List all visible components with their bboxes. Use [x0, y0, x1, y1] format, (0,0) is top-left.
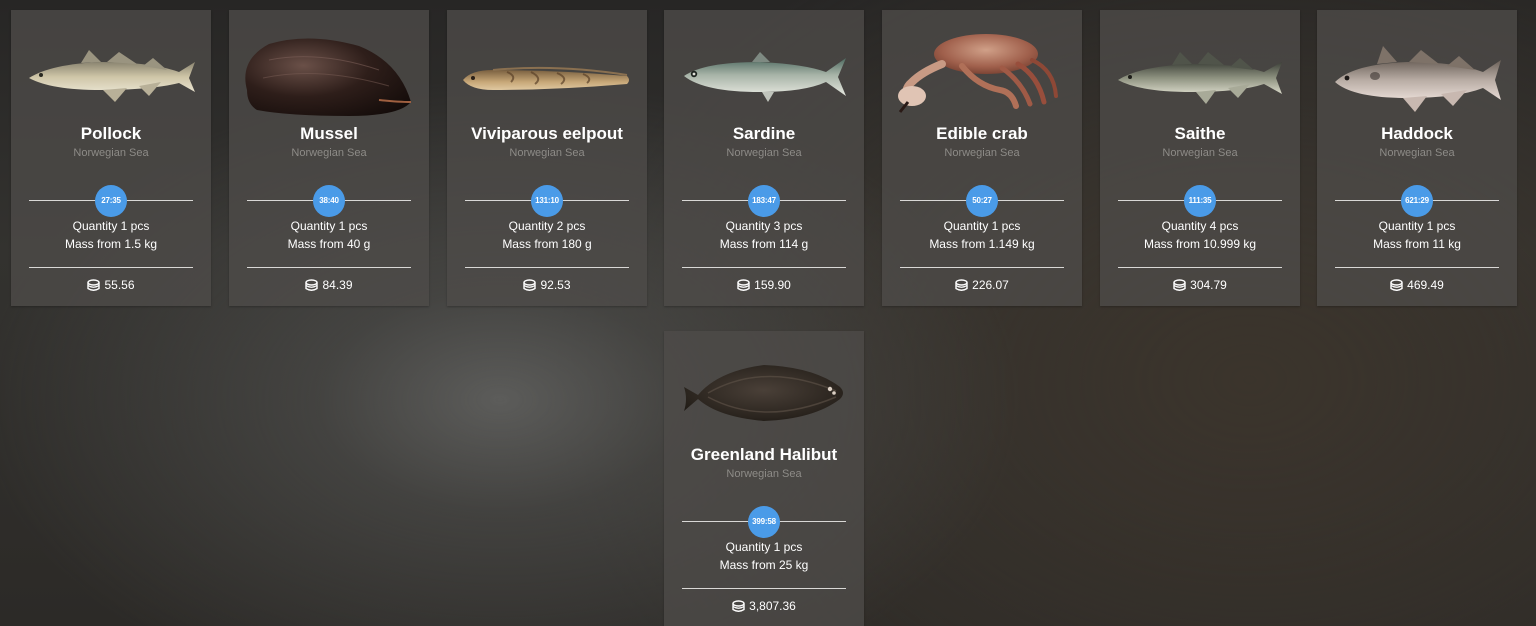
timer-badge: 399:58	[748, 506, 780, 538]
mass-text: Mass from 10.999 kg	[1143, 237, 1257, 251]
divider	[1118, 267, 1282, 268]
price-row: 92.53	[447, 278, 647, 292]
mass-text: Mass from 1.5 kg	[64, 237, 158, 251]
halibut-image	[664, 341, 864, 446]
divider	[682, 267, 846, 268]
species-name: Pollock	[80, 124, 142, 143]
coins-icon	[737, 278, 750, 292]
timer-badge: 27:35	[95, 185, 127, 217]
mussel-image	[229, 20, 429, 125]
region-label: Norwegian Sea	[1162, 147, 1238, 159]
timer-badge: 38:40	[313, 185, 345, 217]
price-value: 304.79	[1190, 278, 1227, 292]
species-name: Saithe	[1174, 124, 1226, 143]
region-label: Norwegian Sea	[509, 147, 585, 159]
price-value: 92.53	[540, 278, 571, 292]
mass-text: Mass from 11 kg	[1373, 237, 1461, 251]
coins-icon	[87, 278, 101, 292]
timer-badge: 621:29	[1401, 185, 1433, 217]
order-card-eelpout[interactable]: Viviparous eelpout Norwegian Sea 131:10 …	[447, 10, 647, 306]
divider	[900, 267, 1064, 268]
pollock-image	[11, 20, 211, 125]
price-row: 3,807.36	[664, 599, 864, 613]
price-value: 84.39	[322, 278, 353, 292]
quantity-text: Quantity 1 pcs	[943, 219, 1021, 233]
timer-badge: 131:10	[531, 185, 563, 217]
price-row: 304.79	[1100, 278, 1300, 292]
price-value: 226.07	[972, 278, 1009, 292]
quantity-text: Quantity 3 pcs	[725, 219, 803, 233]
region-label: Norwegian Sea	[73, 147, 149, 159]
quantity-text: Quantity 1 pcs	[1378, 219, 1456, 233]
quantity-text: Quantity 1 pcs	[725, 540, 803, 554]
haddock-image	[1317, 20, 1517, 125]
coins-icon	[305, 278, 319, 292]
quantity-text: Quantity 1 pcs	[290, 219, 368, 233]
price-row: 55.56	[11, 278, 211, 292]
order-card-edible-crab[interactable]: Edible crab Norwegian Sea 50:27 Quantity…	[882, 10, 1082, 306]
timer-badge: 183:47	[748, 185, 780, 217]
quantity-text: Quantity 1 pcs	[72, 219, 150, 233]
coins-icon	[1390, 278, 1403, 292]
mass-text: Mass from 1.149 kg	[929, 237, 1035, 251]
price-value: 159.90	[754, 278, 791, 292]
timer-badge: 111:35	[1184, 185, 1216, 217]
quantity-text: Quantity 4 pcs	[1161, 219, 1239, 233]
crab-image	[882, 20, 1082, 125]
species-name: Sardine	[732, 124, 796, 143]
price-row: 84.39	[229, 278, 429, 292]
coins-icon	[523, 278, 537, 292]
price-row: 226.07	[882, 278, 1082, 292]
price-value: 469.49	[1407, 278, 1444, 292]
region-label: Norwegian Sea	[726, 147, 802, 159]
mass-text: Mass from 25 kg	[719, 558, 809, 572]
order-card-pollock[interactable]: Pollock Norwegian Sea 27:35 Quantity 1 p…	[11, 10, 211, 306]
coins-icon	[955, 278, 968, 292]
price-row: 469.49	[1317, 278, 1517, 292]
order-card-greenland-halibut[interactable]: Greenland Halibut Norwegian Sea 399:58 Q…	[664, 331, 864, 626]
species-name: Haddock	[1381, 124, 1453, 143]
mass-text: Mass from 40 g	[287, 237, 371, 251]
sardine-image	[664, 20, 864, 125]
divider	[247, 267, 411, 268]
divider	[682, 588, 846, 589]
divider	[465, 267, 629, 268]
species-name: Edible crab	[936, 124, 1028, 143]
species-name: Greenland Halibut	[690, 445, 838, 464]
price-value: 55.56	[104, 278, 135, 292]
price-value: 3,807.36	[749, 599, 796, 613]
eelpout-image	[447, 20, 647, 125]
mass-text: Mass from 180 g	[502, 237, 592, 251]
coins-icon	[1173, 278, 1186, 292]
region-label: Norwegian Sea	[726, 468, 802, 480]
order-card-mussel[interactable]: Mussel Norwegian Sea 38:40 Quantity 1 pc…	[229, 10, 429, 306]
species-name: Mussel	[300, 124, 358, 143]
species-name: Viviparous eelpout	[471, 124, 623, 143]
quantity-text: Quantity 2 pcs	[508, 219, 586, 233]
region-label: Norwegian Sea	[1379, 147, 1455, 159]
mass-text: Mass from 114 g	[719, 237, 809, 251]
order-card-sardine[interactable]: Sardine Norwegian Sea 183:47 Quantity 3 …	[664, 10, 864, 306]
order-card-saithe[interactable]: Saithe Norwegian Sea 111:35 Quantity 4 p…	[1100, 10, 1300, 306]
region-label: Norwegian Sea	[291, 147, 367, 159]
price-row: 159.90	[664, 278, 864, 292]
timer-badge: 50:27	[966, 185, 998, 217]
coins-icon	[732, 599, 745, 613]
divider	[29, 267, 193, 268]
region-label: Norwegian Sea	[944, 147, 1020, 159]
saithe-image	[1100, 20, 1300, 125]
order-card-haddock[interactable]: Haddock Norwegian Sea 621:29 Quantity 1 …	[1317, 10, 1517, 306]
divider	[1335, 267, 1499, 268]
